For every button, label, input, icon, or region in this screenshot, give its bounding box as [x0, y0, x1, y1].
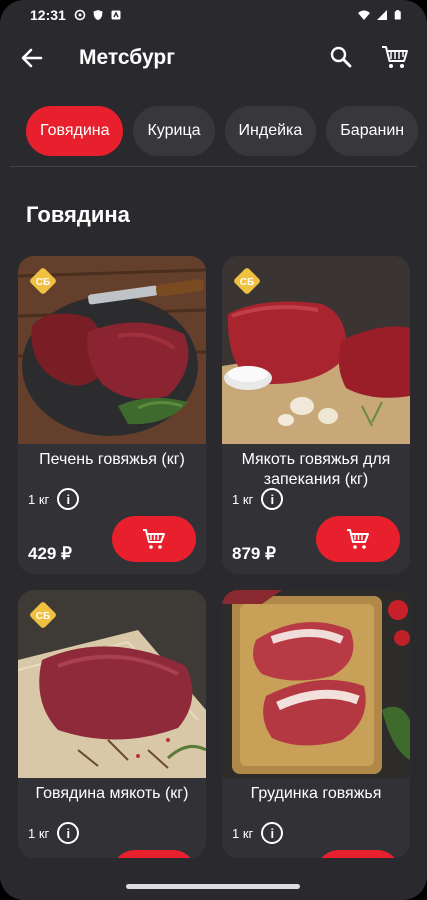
product-price: 429 ₽	[28, 544, 72, 563]
product-card[interactable]: СБ Мякоть говяжья для запекания (кг) 1 к…	[222, 256, 410, 574]
weight-label: 1 кг	[232, 825, 254, 841]
add-to-cart-button[interactable]	[112, 850, 196, 858]
product-weight: 1 кг i	[28, 822, 80, 844]
product-weight: 1 кг i	[232, 822, 284, 844]
notification-status-icon	[111, 10, 121, 20]
category-chips: Говядина Курица Индейка Баранин	[26, 106, 419, 156]
svg-text:СБ: СБ	[36, 611, 50, 622]
info-icon[interactable]: i	[261, 488, 284, 510]
section-title: Говядина	[26, 202, 130, 227]
chip-beef[interactable]: Говядина	[26, 106, 124, 156]
svg-text:СБ: СБ	[36, 277, 50, 288]
divider	[10, 166, 417, 167]
product-weight: 1 кг i	[28, 488, 80, 510]
chip-lamb[interactable]: Баранин	[326, 106, 419, 156]
add-to-cart-icon	[143, 529, 165, 549]
product-card[interactable]: СБ Говядина мякоть (кг) 1 кг i	[18, 590, 206, 858]
product-card[interactable]: Грудинка говяжья 1 кг i	[222, 590, 410, 858]
shield-status-icon	[93, 10, 103, 20]
app-bar: Метсбург	[0, 34, 427, 82]
status-bar: 12:31	[0, 0, 427, 30]
info-icon[interactable]: i	[57, 822, 80, 844]
signal-status-icon	[377, 10, 387, 20]
product-name: Мякоть говяжья для запекания (кг)	[241, 451, 391, 488]
add-to-cart-button[interactable]	[316, 516, 400, 562]
product-image: СБ	[18, 256, 206, 444]
weight-label: 1 кг	[28, 825, 50, 841]
discount-tag-icon: СБ	[30, 268, 56, 294]
app-screen: 12:31 Метсбург Говядина Курица Индейка Б…	[0, 0, 427, 900]
chip-turkey[interactable]: Индейка	[224, 106, 317, 156]
wifi-status-icon	[358, 10, 370, 20]
status-time: 12:31	[30, 7, 66, 23]
weight-label: 1 кг	[28, 491, 50, 507]
discount-tag-icon: СБ	[234, 268, 260, 294]
cart-icon[interactable]	[380, 42, 410, 72]
info-icon[interactable]: i	[261, 822, 284, 844]
chip-chicken[interactable]: Курица	[133, 106, 215, 156]
page-title: Метсбург	[79, 46, 175, 69]
product-image: СБ	[18, 590, 206, 778]
discount-tag-icon: СБ	[30, 602, 56, 628]
home-indicator[interactable]	[126, 884, 300, 889]
add-to-cart-icon	[347, 529, 369, 549]
product-image: СБ	[222, 256, 410, 444]
back-arrow-icon[interactable]	[18, 44, 46, 72]
product-image	[222, 590, 410, 778]
battery-status-icon	[394, 10, 401, 20]
product-price: 879 ₽	[232, 544, 276, 563]
add-to-cart-button[interactable]	[112, 516, 196, 562]
svg-text:СБ: СБ	[240, 277, 254, 288]
add-to-cart-button[interactable]	[316, 850, 400, 858]
product-name: Грудинка говяжья	[250, 785, 382, 802]
product-card[interactable]: СБ Печень говяжья (кг) 1 кг i 429 ₽	[18, 256, 206, 574]
settings-status-icon	[74, 9, 86, 21]
info-icon[interactable]: i	[57, 488, 80, 510]
weight-label: 1 кг	[232, 491, 254, 507]
search-icon[interactable]	[328, 44, 354, 70]
product-weight: 1 кг i	[232, 488, 284, 510]
product-name: Печень говяжья (кг)	[39, 451, 185, 468]
product-name: Говядина мякоть (кг)	[35, 785, 189, 802]
